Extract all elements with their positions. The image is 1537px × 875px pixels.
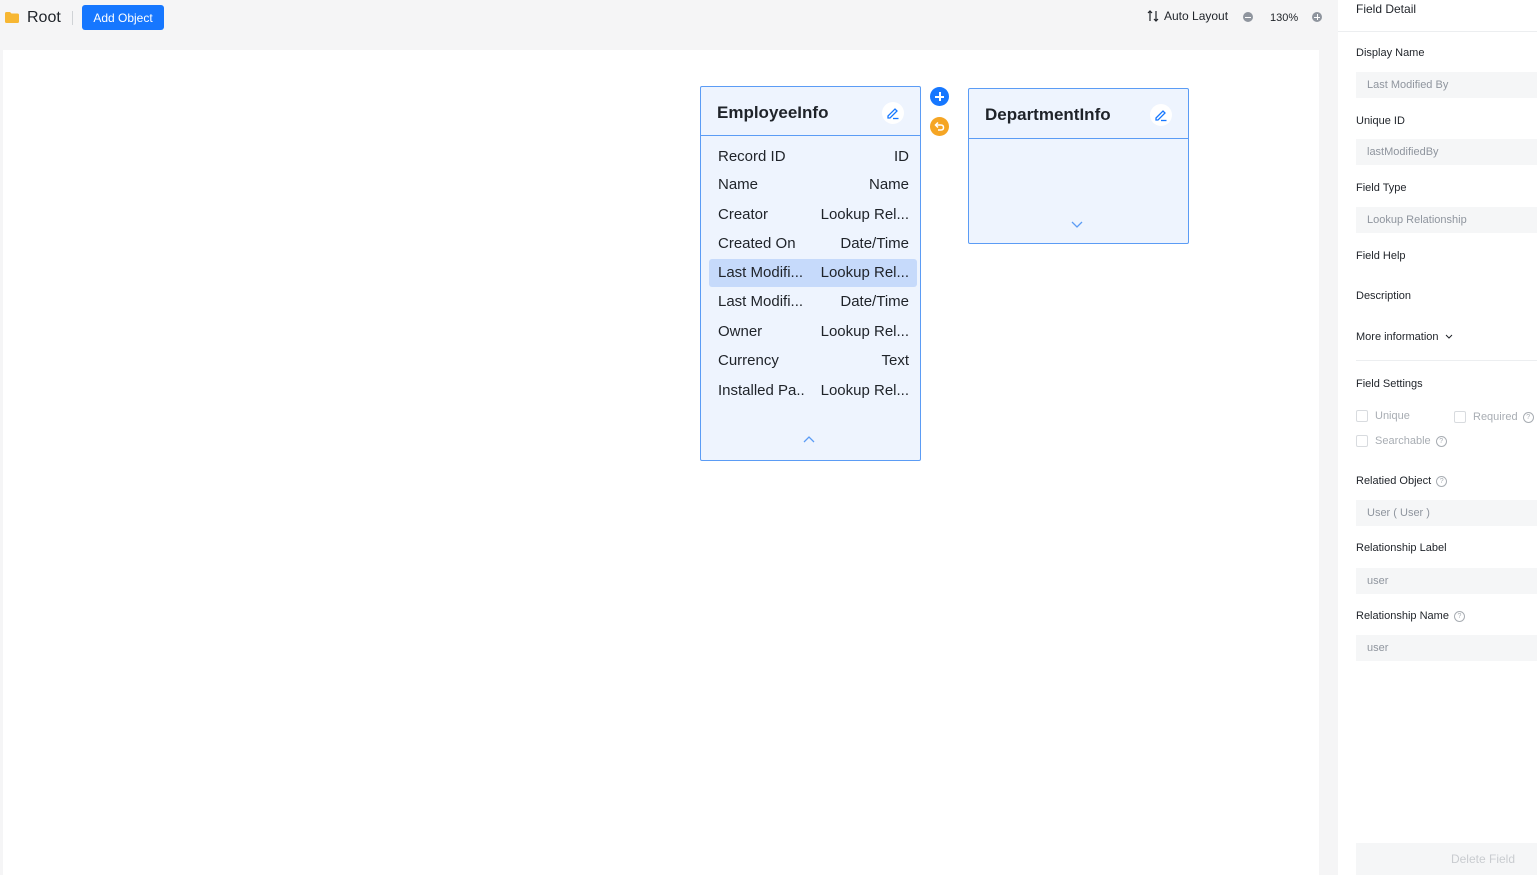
field-type: Lookup Rel...: [820, 323, 909, 340]
chevron-down-icon[interactable]: [1071, 221, 1083, 229]
checkbox-box: [1356, 410, 1368, 422]
more-information-label: More information: [1356, 331, 1439, 343]
checkbox-box: [1454, 411, 1466, 423]
relationship-name-input[interactable]: [1356, 635, 1537, 661]
help-icon[interactable]: ?: [1435, 435, 1447, 447]
field-type-label: Field Type: [1356, 182, 1407, 194]
description-label: Description: [1356, 290, 1412, 302]
add-object-button[interactable]: Add Object: [82, 5, 164, 30]
field-row[interactable]: Installed Pa... Lookup Rel...: [709, 377, 917, 405]
display-name-label: Display Name: [1356, 47, 1425, 59]
field-type: Name: [868, 176, 909, 193]
field-detail-panel: Field Detail Display Name Unique ID Fiel…: [1338, 0, 1537, 875]
related-object-label: Relatied Object: [1356, 475, 1432, 487]
field-name: Currency: [718, 352, 779, 369]
field-name: Last Modifi...: [718, 264, 804, 281]
field-row[interactable]: Name Name: [709, 171, 917, 199]
edit-icon: [887, 108, 899, 120]
card-header: EmployeeInfo: [701, 87, 920, 136]
zoom-out-icon[interactable]: [1243, 12, 1253, 22]
field-name: Created On: [718, 235, 796, 252]
field-type: Lookup Rel...: [820, 382, 909, 399]
field-name: Installed Pa...: [718, 382, 806, 399]
toolbar: Root Add Object Auto Layout 130%: [0, 0, 1337, 36]
unique-id-input[interactable]: [1356, 139, 1537, 165]
relationship-name-label-row: Relationship Name?: [1356, 610, 1465, 622]
field-row[interactable]: Currency Text: [709, 347, 917, 375]
auto-layout-label: Auto Layout: [1164, 9, 1229, 23]
field-name: Creator: [718, 206, 769, 223]
field-row[interactable]: Record ID ID: [709, 143, 917, 171]
related-object-input[interactable]: [1356, 500, 1537, 526]
relationship-name-label: Relationship Name: [1356, 610, 1449, 622]
chevron-up-icon[interactable]: [803, 435, 815, 443]
object-card-employeeinfo[interactable]: EmployeeInfo Record ID ID Name Name Creato…: [700, 86, 921, 461]
field-type: Lookup Rel...: [820, 206, 909, 223]
field-type: Text: [881, 352, 909, 369]
object-title: EmployeeInfo: [717, 103, 829, 122]
field-row-selected[interactable]: Last Modifi... Lookup Rel...: [709, 259, 917, 287]
relationship-label-label: Relationship Label: [1356, 542, 1447, 554]
field-type: ID: [894, 148, 909, 165]
field-row[interactable]: Last Modifi... Date/Time: [709, 288, 917, 316]
field-type-input[interactable]: [1356, 207, 1537, 233]
undo-icon: [934, 121, 945, 131]
object-card-departmentinfo[interactable]: DepartmentInfo: [968, 88, 1189, 244]
edit-object-button[interactable]: [882, 102, 904, 124]
searchable-label: Searchable: [1375, 435, 1431, 447]
more-information-toggle[interactable]: More information: [1356, 331, 1453, 343]
field-name: Name: [718, 176, 759, 193]
field-row[interactable]: Created On Date/Time: [709, 230, 917, 258]
divider: [1338, 31, 1537, 32]
breadcrumb-root[interactable]: Root: [27, 9, 61, 27]
delete-field-button[interactable]: Delete Field: [1356, 843, 1537, 875]
required-label: Required: [1473, 411, 1518, 423]
related-object-label-row: Relatied Object?: [1356, 475, 1448, 487]
divider: [1356, 360, 1537, 361]
field-name: Owner: [718, 323, 763, 340]
checkbox-box: [1356, 435, 1368, 447]
link-relationship-icon[interactable]: [930, 117, 949, 136]
required-checkbox[interactable]: Required ?: [1454, 411, 1534, 423]
zoom-level: 130%: [1270, 12, 1299, 24]
field-type: Date/Time: [840, 293, 909, 310]
unique-checkbox[interactable]: Unique: [1356, 410, 1410, 422]
folder-icon: [5, 12, 19, 23]
auto-layout-icon: [1147, 10, 1159, 22]
chevron-down-icon: [1445, 334, 1452, 339]
add-field-icon[interactable]: [930, 87, 949, 106]
auto-layout-button[interactable]: Auto Layout: [1147, 9, 1228, 23]
edit-object-button[interactable]: [1150, 104, 1172, 126]
help-icon[interactable]: ?: [1436, 475, 1448, 487]
field-settings-label: Field Settings: [1356, 378, 1423, 390]
field-type: Date/Time: [840, 235, 909, 252]
field-row[interactable]: Creator Lookup Rel...: [709, 201, 917, 229]
card-header: DepartmentInfo: [969, 89, 1188, 139]
field-row[interactable]: Owner Lookup Rel...: [709, 318, 917, 346]
unique-label: Unique: [1375, 410, 1410, 422]
relationship-label-input[interactable]: [1356, 568, 1537, 594]
edit-icon: [1155, 110, 1167, 122]
zoom-in-icon[interactable]: [1312, 12, 1322, 22]
field-name: Record ID: [718, 148, 786, 165]
help-icon[interactable]: ?: [1522, 411, 1534, 423]
panel-title: Field Detail: [1356, 2, 1417, 16]
help-icon[interactable]: ?: [1453, 610, 1465, 622]
field-help-label: Field Help: [1356, 250, 1406, 262]
display-name-input[interactable]: [1356, 72, 1537, 98]
unique-id-label: Unique ID: [1356, 115, 1405, 127]
divider: [72, 11, 73, 25]
searchable-checkbox[interactable]: Searchable ?: [1356, 435, 1447, 447]
field-type: Lookup Rel...: [820, 264, 909, 281]
field-name: Last Modifi...: [718, 293, 804, 310]
object-title: DepartmentInfo: [985, 105, 1111, 124]
